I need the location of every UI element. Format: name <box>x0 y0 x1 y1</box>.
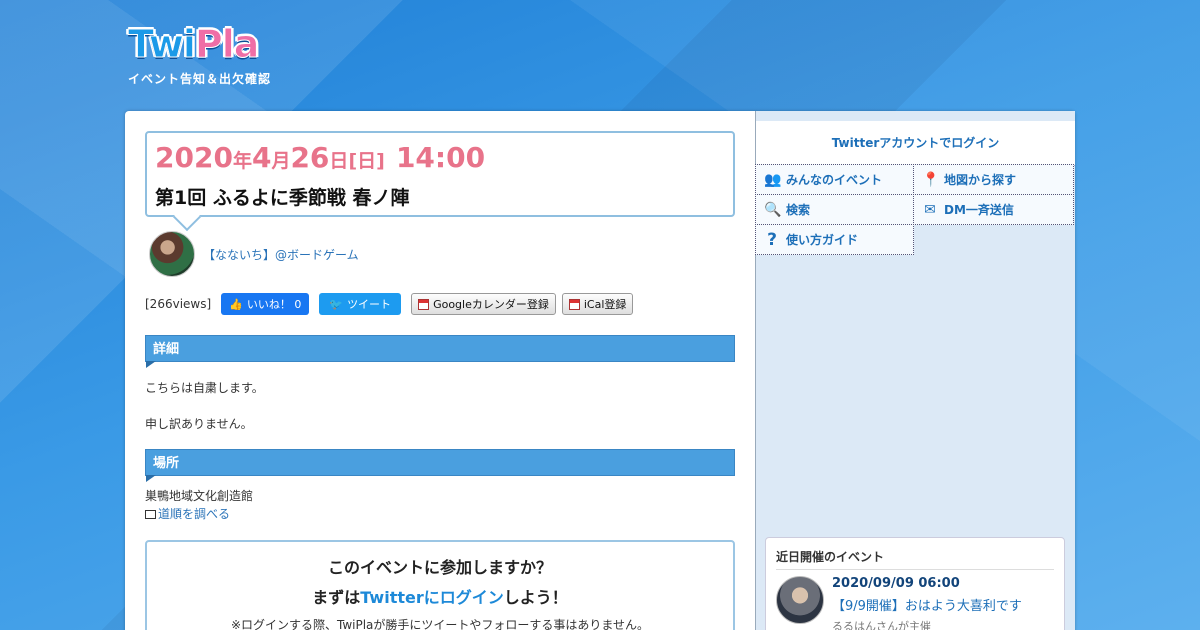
owner-name-link[interactable]: 【なないち】@ボードゲーム <box>203 246 359 263</box>
join-login-line: まずはTwitterにログインしよう！ <box>312 588 568 607</box>
event-header: 2020年4月26日[日] 14:00 第1回 ふるよに季節戦 春ノ陣 <box>145 131 735 217</box>
recent-event-host: るるはんさんが主催 <box>832 620 931 630</box>
calendar-icon <box>568 298 580 310</box>
google-calendar-button[interactable]: Googleカレンダー登録 <box>411 293 556 315</box>
menu-everyone-events[interactable]: 👥 みんなのイベント <box>755 164 914 195</box>
content-card: 2020年4月26日[日] 14:00 第1回 ふるよに季節戦 春ノ陣 【なない… <box>125 111 1075 630</box>
place-heading: 場所 <box>145 449 735 482</box>
directions-link-row[interactable]: 道順を調べる <box>145 505 230 522</box>
event-datetime: 2020年4月26日[日] 14:00 <box>155 141 486 174</box>
recent-event-title-link[interactable]: 【9/9開催】おはよう大喜利です <box>832 595 1022 614</box>
event-title: 第1回 ふるよに季節戦 春ノ陣 <box>155 187 410 209</box>
twitter-login-button[interactable]: Twitterアカウントでログイン <box>756 121 1075 166</box>
join-question: このイベントに参加しますか？ <box>327 558 552 577</box>
menu-map-search[interactable]: 📍 地図から探す <box>913 164 1074 195</box>
calendar-icon <box>418 298 430 310</box>
directions-link[interactable]: 道順を調べる <box>158 507 230 521</box>
ical-button[interactable]: iCal登録 <box>561 293 634 315</box>
logo-subtitle: イベント告知＆出欠確認 <box>128 72 272 86</box>
users-icon: 👥 <box>764 171 782 188</box>
external-link-icon <box>145 510 156 519</box>
facebook-like-button[interactable]: 👍 いいね！ 0 <box>221 293 310 315</box>
twitter-login-link[interactable]: Twitterにログイン <box>360 588 503 607</box>
join-prompt: このイベントに参加しますか？ まずはTwitterにログインしよう！ ※ログイン… <box>145 540 735 630</box>
logo-wordmark: TwiPla <box>128 22 260 67</box>
thumbs-up-icon: 👍 <box>229 297 243 311</box>
recent-events-heading: 近日開催のイベント <box>776 548 1054 570</box>
envelope-icon: ✉ <box>924 201 936 218</box>
site-logo[interactable]: TwiPla イベント告知＆出欠確認 <box>128 22 271 87</box>
map-pin-icon: 📍 <box>922 171 940 188</box>
menu-search[interactable]: 🔍 検索 <box>755 194 914 225</box>
event-owner[interactable]: 【なないち】@ボードゲーム <box>149 231 359 277</box>
sidebar-menu: 👥 みんなのイベント 📍 地図から探す 🔍 検索 ✉ DM一斉送信 ? 使い方ガ… <box>755 164 1074 255</box>
search-icon: 🔍 <box>764 201 782 218</box>
recent-events: 近日開催のイベント 2020/09/09 06:00 【9/9開催】おはよう大喜… <box>765 537 1065 630</box>
menu-guide[interactable]: ? 使い方ガイド <box>755 224 914 255</box>
menu-dm-broadcast[interactable]: ✉ DM一斉送信 <box>913 194 1074 225</box>
details-line-1: こちらは自粛します。 <box>145 381 264 395</box>
main-column: 2020年4月26日[日] 14:00 第1回 ふるよに季節戦 春ノ陣 【なない… <box>125 111 755 630</box>
twitter-bird-icon: 🐦 <box>329 297 344 311</box>
details-line-2: 申し訳ありません。 <box>145 417 253 431</box>
recent-event-date: 2020/09/09 06:00 <box>832 576 960 591</box>
question-icon: ? <box>767 229 777 250</box>
share-bar: [266views] 👍 いいね！ 0 🐦 ツイート Googleカレンダー登録 i… <box>145 293 639 315</box>
sidebar: Twitterアカウントでログイン 👥 みんなのイベント 📍 地図から探す 🔍 … <box>755 111 1075 630</box>
view-count: [266views] <box>145 297 212 311</box>
place-name: 巣鴨地域文化創造館 <box>145 489 254 503</box>
details-heading: 詳細 <box>145 335 735 368</box>
list-item[interactable]: 2020/09/09 06:00 【9/9開催】おはよう大喜利です るるはんさん… <box>776 576 1054 630</box>
join-note: ※ログインする際、TwiPlaが勝手にツイートやフォローする事はありません。 <box>230 618 650 630</box>
host-avatar[interactable] <box>776 576 824 624</box>
tweet-button[interactable]: 🐦 ツイート <box>319 293 402 315</box>
owner-avatar[interactable] <box>149 231 195 277</box>
